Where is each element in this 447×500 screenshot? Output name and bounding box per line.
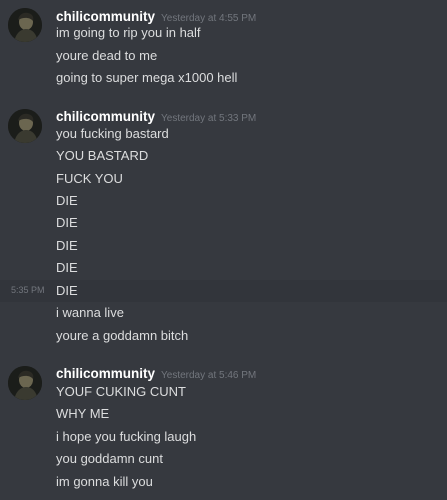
message-line[interactable]: you fucking bastard — [0, 123, 447, 145]
message-line[interactable]: DIE — [0, 212, 447, 234]
message-text: DIE — [56, 283, 78, 298]
message-text: DIE — [56, 260, 78, 275]
message-line[interactable]: FUCK YOU — [0, 168, 447, 190]
message-line-hovered[interactable]: 5:35 PM DIE — [0, 280, 447, 302]
message-text: DIE — [56, 215, 78, 230]
message-line[interactable]: im gonna kill you — [0, 471, 447, 493]
timestamp: Yesterday at 5:46 PM — [161, 370, 257, 381]
message-text: WHY ME — [56, 406, 110, 421]
message-line[interactable]: WHY ME — [0, 403, 447, 425]
message-text: FUCK YOU — [56, 171, 123, 186]
message-line[interactable]: YOUF CUKING CUNT — [0, 381, 447, 403]
message-text: DIE — [56, 238, 78, 253]
message-line[interactable]: youre dead to me — [0, 45, 447, 67]
message-text: you goddamn cunt — [56, 451, 163, 466]
message-line[interactable]: i hope you fucking laugh — [0, 426, 447, 448]
message-text: YOUF CUKING CUNT — [56, 384, 186, 399]
message-line[interactable]: youre a goddamn bitch — [0, 325, 447, 347]
message-text: youre dead to me — [56, 48, 158, 63]
message-line[interactable]: you goddamn cunt — [0, 448, 447, 470]
message-line[interactable]: DIE — [0, 235, 447, 257]
message-line[interactable]: i wanna live — [0, 302, 447, 324]
message-text: going to super mega x1000 hell — [56, 70, 238, 85]
message-text: i wanna live — [56, 305, 124, 320]
message-line[interactable]: DIE — [0, 190, 447, 212]
message-text: im gonna kill you — [56, 474, 153, 489]
username[interactable]: chilicommunity — [56, 109, 155, 124]
message-line[interactable]: im going to rip you in half — [0, 22, 447, 44]
message-text: DIE — [56, 193, 78, 208]
message-text: you fucking bastard — [56, 126, 169, 141]
hover-timestamp: 5:35 PM — [11, 285, 45, 295]
message-line[interactable]: DIE — [0, 257, 447, 279]
message-line[interactable]: YOU BASTARD — [0, 145, 447, 167]
username[interactable]: chilicommunity — [56, 366, 155, 381]
message-text: i hope you fucking laugh — [56, 429, 197, 444]
message-text: youre a goddamn bitch — [56, 328, 189, 343]
message-text: im going to rip you in half — [56, 25, 201, 40]
message-line[interactable]: going to super mega x1000 hell — [0, 67, 447, 89]
message-text: YOU BASTARD — [56, 148, 149, 163]
